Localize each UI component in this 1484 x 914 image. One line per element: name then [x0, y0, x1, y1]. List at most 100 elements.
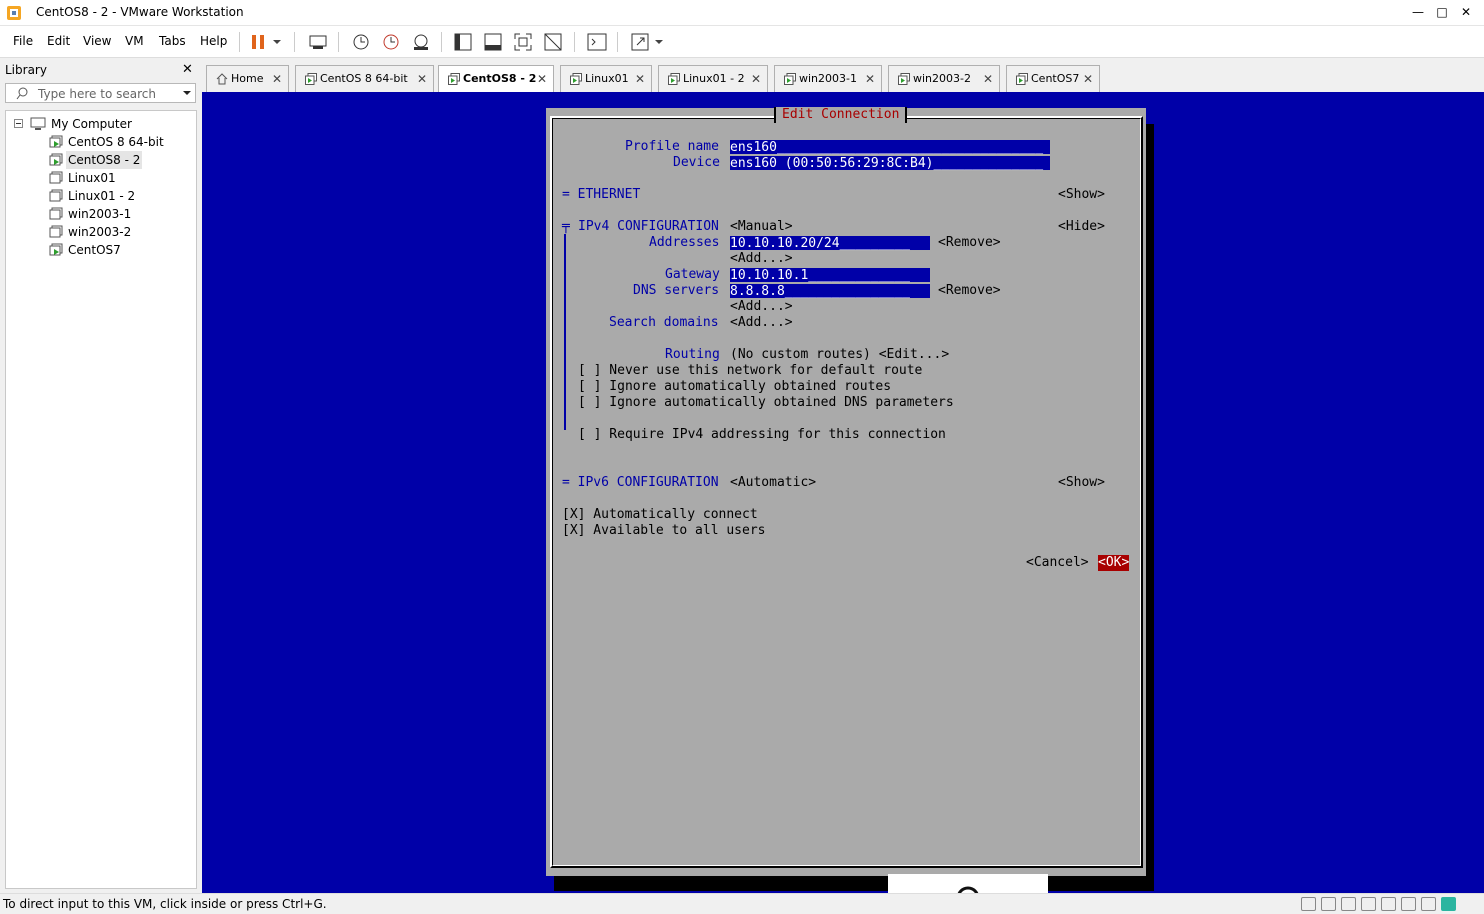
- tree-item-vm[interactable]: Linux01: [49, 169, 189, 187]
- tree-item-label: win2003-2: [68, 225, 132, 239]
- tree-item-vm[interactable]: win2003-1: [49, 205, 189, 223]
- remove-dns-button[interactable]: <Remove>: [938, 283, 1001, 299]
- require-ipv4-checkbox[interactable]: [ ] Require IPv4 addressing for this con…: [578, 427, 946, 443]
- tab-vm[interactable]: Home ✕: [206, 65, 289, 92]
- cd-dvd-icon[interactable]: [1321, 897, 1336, 911]
- close-icon[interactable]: ✕: [635, 66, 645, 92]
- close-icon[interactable]: ✕: [865, 66, 875, 92]
- chevron-down-icon[interactable]: [652, 31, 666, 53]
- tab-vm[interactable]: win2003-2 ✕: [888, 65, 1000, 92]
- add-dns-button[interactable]: <Add...>: [730, 299, 793, 315]
- stretch-guest-icon[interactable]: [629, 31, 651, 53]
- tab-vm[interactable]: CentOS8 - 2 ✕: [438, 65, 554, 93]
- minimize-button[interactable]: —: [1406, 3, 1430, 21]
- vm-icon: [1016, 73, 1028, 85]
- ignore-dns-checkbox[interactable]: [ ] Ignore automatically obtained DNS pa…: [578, 395, 954, 411]
- pause-icon[interactable]: [248, 31, 270, 53]
- close-icon[interactable]: ✕: [182, 62, 193, 77]
- chevron-down-icon[interactable]: [270, 31, 284, 53]
- addresses-field[interactable]: 10.10.10.20/24_________: [730, 236, 930, 251]
- gateway-field[interactable]: 10.10.10.1_____________: [730, 268, 930, 283]
- cancel-button[interactable]: <Cancel>: [1026, 555, 1089, 571]
- tree-root-my-computer[interactable]: My Computer: [14, 115, 184, 133]
- maximize-button[interactable]: □: [1430, 3, 1454, 21]
- tab-vm[interactable]: Linux01 ✕: [560, 65, 652, 92]
- menu-edit[interactable]: Edit: [47, 34, 70, 48]
- tree-item-vm[interactable]: CentOS 8 64-bit: [49, 133, 189, 151]
- search-icon: [16, 87, 28, 100]
- show-library-icon[interactable]: [452, 31, 474, 53]
- tree-item-label: Linux01 - 2: [68, 189, 136, 203]
- vm-icon: [49, 171, 63, 184]
- snapshot-manager-icon[interactable]: [410, 31, 432, 53]
- routing-edit-button[interactable]: (No custom routes) <Edit...>: [730, 347, 949, 363]
- ipv4-mode-dropdown[interactable]: <Manual>: [730, 219, 793, 235]
- add-address-button[interactable]: <Add...>: [730, 251, 793, 267]
- ipv4-section[interactable]: IPv4 CONFIGURATION: [578, 219, 719, 235]
- revert-snapshot-icon[interactable]: [380, 31, 402, 53]
- usb-icon[interactable]: [1361, 897, 1376, 911]
- close-icon[interactable]: ✕: [272, 66, 282, 92]
- tab-label: win2003-2: [913, 72, 971, 85]
- printer-icon[interactable]: [1381, 897, 1396, 911]
- close-icon[interactable]: ✕: [1083, 66, 1093, 92]
- close-icon[interactable]: ✕: [417, 66, 427, 92]
- menu-file[interactable]: File: [13, 34, 33, 48]
- ok-button[interactable]: <OK>: [1098, 555, 1130, 571]
- sound-card-icon[interactable]: [1401, 897, 1416, 911]
- tree-item-vm[interactable]: Linux01 - 2: [49, 187, 189, 205]
- tab-vm[interactable]: CentOS 8 64-bit ✕: [295, 65, 434, 92]
- all-users-checkbox[interactable]: [X] Available to all users: [562, 523, 766, 539]
- auto-connect-checkbox[interactable]: [X] Automatically connect: [562, 507, 758, 523]
- never-default-route-checkbox[interactable]: [ ] Never use this network for default r…: [578, 363, 922, 379]
- tab-vm[interactable]: win2003-1 ✕: [774, 65, 882, 92]
- tree-root-label: My Computer: [51, 117, 132, 131]
- send-ctrl-alt-del-icon[interactable]: [307, 31, 329, 53]
- thumbnail-bar-icon[interactable]: [482, 31, 504, 53]
- menu-vm[interactable]: VM: [125, 34, 144, 48]
- tab-vm[interactable]: CentOS7 ✕: [1006, 65, 1100, 92]
- ethernet-show-button[interactable]: <Show>: [1058, 187, 1105, 203]
- ipv6-section[interactable]: = IPv6 CONFIGURATION: [562, 475, 719, 491]
- ipv6-show-button[interactable]: <Show>: [1058, 475, 1105, 491]
- add-search-domain-button[interactable]: <Add...>: [730, 315, 793, 331]
- library-search-input[interactable]: Type here to search: [5, 83, 196, 103]
- messages-icon[interactable]: [1441, 897, 1456, 911]
- collapse-icon[interactable]: [14, 119, 23, 128]
- tree-item-vm[interactable]: win2003-2: [49, 223, 189, 241]
- ethernet-section[interactable]: = ETHERNET: [562, 187, 640, 203]
- device-field[interactable]: ens160 (00:50:56:29:8C:B4)______________: [730, 156, 1050, 171]
- close-icon[interactable]: ✕: [537, 66, 547, 92]
- menu-view[interactable]: View: [83, 34, 111, 48]
- close-button[interactable]: ✕: [1454, 3, 1478, 21]
- close-icon[interactable]: ✕: [751, 66, 761, 92]
- network-adapter-icon[interactable]: [1341, 897, 1356, 911]
- remove-address-button[interactable]: <Remove>: [938, 235, 1001, 251]
- console-view-icon[interactable]: [586, 31, 608, 53]
- unity-icon[interactable]: [542, 31, 564, 53]
- ignore-routes-checkbox[interactable]: [ ] Ignore automatically obtained routes: [578, 379, 891, 395]
- display-icon[interactable]: [1421, 897, 1436, 911]
- full-screen-icon[interactable]: [512, 31, 534, 53]
- menu-tabs[interactable]: Tabs: [159, 34, 186, 48]
- snapshot-icon[interactable]: [350, 31, 372, 53]
- profile-name-field[interactable]: ens160__________________________________: [730, 140, 1050, 155]
- vmware-app-icon: [7, 6, 21, 20]
- tab-vm[interactable]: Linux01 - 2 ✕: [658, 65, 768, 92]
- ipv4-hide-button[interactable]: <Hide>: [1058, 219, 1105, 235]
- ipv4-marker: ╤: [562, 219, 570, 234]
- vm-running-icon: [49, 135, 63, 148]
- chevron-down-icon[interactable]: [182, 88, 192, 98]
- menu-help[interactable]: Help: [200, 34, 227, 48]
- gateway-label: Gateway: [665, 267, 720, 282]
- ipv6-mode-dropdown[interactable]: <Automatic>: [730, 475, 816, 491]
- hard-disk-icon[interactable]: [1301, 897, 1316, 911]
- tab-label: Linux01: [585, 72, 629, 85]
- vm-icon: [898, 73, 910, 85]
- library-title: Library: [5, 63, 47, 77]
- vm-icon: [49, 189, 63, 202]
- dns-servers-field[interactable]: 8.8.8.8________________: [730, 284, 930, 299]
- close-icon[interactable]: ✕: [983, 66, 993, 92]
- tree-item-vm[interactable]: CentOS8 - 2: [49, 151, 189, 169]
- tree-item-vm[interactable]: CentOS7: [49, 241, 189, 259]
